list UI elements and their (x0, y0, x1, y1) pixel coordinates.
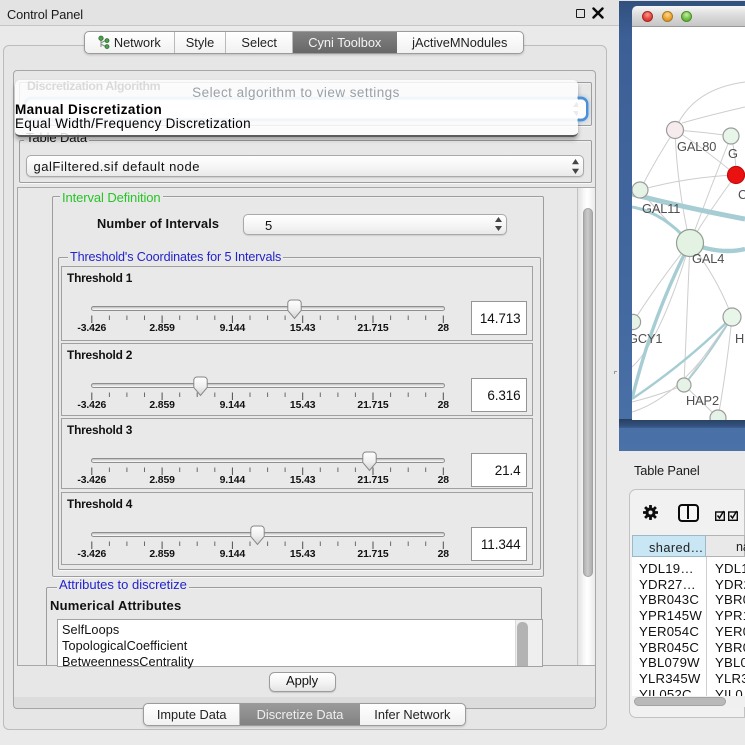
svg-text:HAP2: HAP2 (686, 393, 719, 408)
svg-text:H: H (735, 331, 744, 346)
svg-text:GAL11: GAL11 (642, 201, 680, 216)
svg-text:GAL4: GAL4 (692, 251, 724, 266)
svg-text:C: C (738, 187, 745, 202)
svg-text:GAL80: GAL80 (677, 139, 716, 154)
svg-text:G: G (728, 146, 738, 161)
svg-text:GCY1: GCY1 (632, 331, 662, 346)
